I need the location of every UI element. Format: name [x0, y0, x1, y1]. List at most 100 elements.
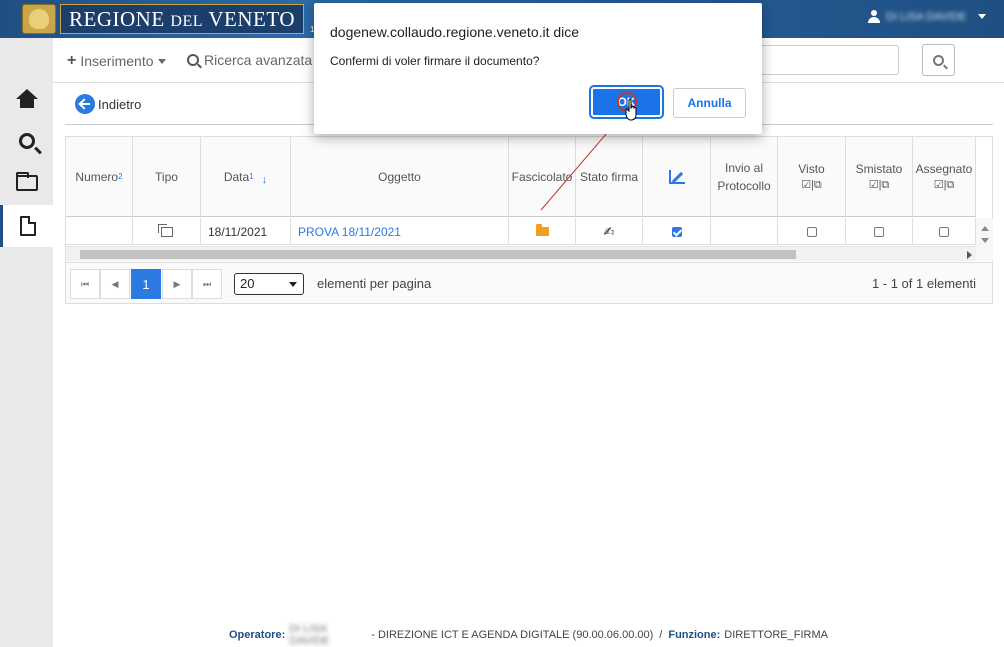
col-fascicolato-label: Fascicolato: [511, 169, 573, 184]
plus-icon: +: [67, 52, 77, 69]
assegnato-checkbox[interactable]: [939, 226, 949, 237]
items-count: 1 - 1 of 1 elementi: [871, 276, 976, 291]
function-label: Funzione:: [668, 628, 721, 641]
dialog-message: Confermi di voler firmare il documento?: [330, 54, 540, 68]
sidebar-item-home[interactable]: [0, 78, 53, 120]
status-footer: Operatore: DI LISA DAVIDE - DIREZIONE IC…: [53, 622, 1004, 647]
cell-fascicolato[interactable]: [509, 218, 576, 245]
col-fascicolato[interactable]: Fascicolato: [509, 137, 576, 217]
quick-search-button[interactable]: [922, 44, 955, 76]
col-tipo-label: Tipo: [155, 169, 178, 184]
prev-page-button[interactable]: ◀: [100, 269, 130, 299]
col-numero[interactable]: Numero 2: [66, 137, 133, 217]
back-arrow-icon: [75, 94, 95, 114]
col-smistato-block: Smistato ☑|⧉: [856, 160, 903, 194]
regione-veneto-logo[interactable]: REGIONE DEL VENETO 1.0: [22, 4, 321, 34]
cell-numero: [66, 218, 133, 245]
vertical-scrollbar[interactable]: [976, 218, 993, 261]
scroll-down-icon: [981, 238, 989, 243]
col-stato-firma[interactable]: Stato firma: [576, 137, 643, 217]
back-label: Indietro: [98, 96, 142, 112]
pager: ⏮ ◀ 1 ▶ ⏭ 20 elementi per pagina 1 - 1 o…: [66, 262, 992, 303]
sign-checkbox[interactable]: [671, 226, 682, 237]
first-page-button[interactable]: ⏮: [70, 269, 100, 299]
col-invio-line1: Invio al: [724, 160, 764, 175]
user-menu[interactable]: DI LISA DAVIDE: [868, 10, 986, 23]
col-invio-protocollo[interactable]: Invio al Protocollo: [711, 137, 778, 217]
col-firma[interactable]: [643, 137, 711, 217]
cell-smistato: [846, 218, 913, 245]
scroll-up-icon: [981, 226, 989, 231]
cell-assegnato: [913, 218, 976, 245]
search-icon: [933, 54, 944, 66]
cell-data: 18/11/2021: [201, 218, 291, 245]
search-icon: [187, 54, 199, 66]
sign-icon: [668, 169, 685, 184]
sidebar-item-search[interactable]: [0, 120, 53, 162]
cell-stato-firma: ✍: [576, 218, 643, 245]
folder-icon: [535, 224, 549, 236]
hand-cursor-icon: [625, 99, 637, 121]
col-invio-line2: Protocollo: [717, 178, 771, 193]
chevron-down-icon: [289, 282, 297, 287]
scroll-right-icon: [967, 251, 972, 259]
page-button-current[interactable]: 1: [131, 269, 161, 299]
page-size-select[interactable]: 20: [234, 273, 304, 295]
scrollbar-thumb[interactable]: [80, 250, 796, 259]
col-smistato[interactable]: Smistato ☑|⧉: [846, 137, 913, 217]
last-page-button[interactable]: ⏭: [192, 269, 222, 299]
operator-label: Operatore:: [229, 628, 286, 641]
operator-name: DI LISA DAVIDE: [289, 622, 330, 647]
pen-icon: ✍: [603, 223, 615, 239]
user-icon: [868, 10, 880, 23]
footer-separator: /: [659, 628, 663, 641]
insert-menu-label: Inserimento: [80, 53, 154, 69]
brand-title: REGIONE DEL VENETO: [60, 4, 304, 34]
sort-order-badge: 1: [249, 171, 254, 181]
row-divider: [66, 244, 976, 245]
quick-search-input[interactable]: [753, 45, 899, 75]
insert-menu[interactable]: + Inserimento: [67, 52, 166, 70]
advanced-search-menu[interactable]: Ricerca avanzata: [187, 52, 325, 68]
chevron-down-icon: [157, 58, 166, 64]
col-assegnato-block: Assegnato ☑|⧉: [916, 160, 973, 194]
col-data[interactable]: Data 1 ↓: [201, 137, 291, 217]
user-name: DI LISA DAVIDE: [886, 10, 967, 23]
col-oggetto[interactable]: Oggetto: [291, 137, 509, 217]
check-copy-icon: ☑|⧉: [868, 178, 890, 191]
back-link[interactable]: Indietro: [75, 94, 141, 114]
horizontal-scrollbar[interactable]: [66, 246, 976, 261]
copy-icon: [157, 223, 173, 237]
cancel-button[interactable]: Annulla: [673, 88, 746, 118]
col-assegnato[interactable]: Assegnato ☑|⧉: [913, 137, 976, 217]
confirm-dialog: dogenew.collaudo.regione.veneto.it dice …: [314, 3, 762, 134]
col-visto-label: Visto: [798, 161, 825, 176]
sort-down-icon: ↓: [261, 173, 268, 186]
sidebar-item-documents[interactable]: [0, 205, 53, 247]
documents-grid: Numero 2 Tipo Data 1 ↓ Oggetto Fascicolato …: [65, 136, 993, 304]
col-invio-label: Invio al Protocollo: [717, 159, 770, 195]
page-size-value: 20: [240, 276, 255, 291]
cell-tipo: [133, 218, 201, 245]
col-smistato-label: Smistato: [855, 161, 903, 176]
sidebar-item-folders[interactable]: [0, 162, 53, 204]
advanced-search-label: Ricerca avanzata: [204, 52, 313, 68]
sort-order-badge: 2: [118, 171, 123, 181]
cell-oggetto: PROVA 18/11/2021: [291, 218, 509, 245]
next-page-button[interactable]: ▶: [162, 269, 192, 299]
col-numero-label: Numero: [75, 169, 119, 184]
search-icon: [18, 133, 35, 149]
col-tipo[interactable]: Tipo: [133, 137, 201, 217]
sidebar: [0, 38, 53, 647]
visto-checkbox[interactable]: [806, 226, 817, 237]
col-oggetto-label: Oggetto: [378, 169, 421, 184]
col-visto[interactable]: Visto ☑|⧉: [778, 137, 846, 217]
cell-firma: [643, 218, 711, 245]
smistato-checkbox[interactable]: [874, 226, 884, 237]
check-copy-icon: ☑|⧉: [801, 178, 822, 191]
document-link[interactable]: PROVA 18/11/2021: [298, 225, 401, 239]
department: - DIREZIONE ICT E AGENDA DIGITALE (90.00…: [371, 628, 654, 641]
lion-crest-icon: [22, 4, 56, 34]
cell-invio-protocollo: [711, 218, 778, 245]
function-value: DIRETTORE_FIRMA: [724, 628, 828, 641]
